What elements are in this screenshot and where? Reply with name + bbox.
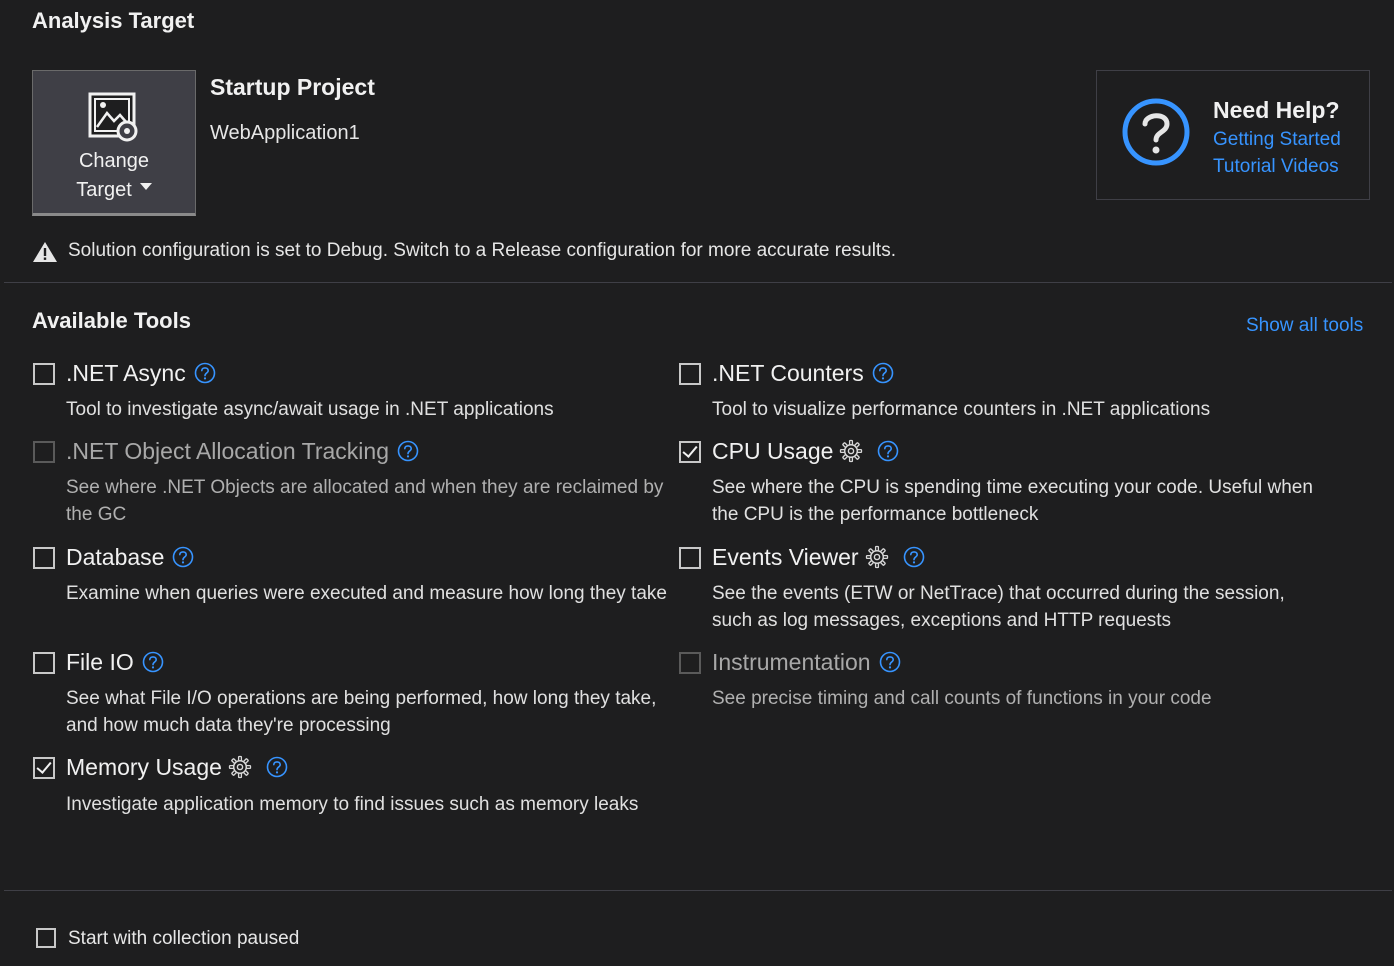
tool-description: See where .NET Objects are allocated and…: [66, 477, 664, 525]
startup-project-heading: Startup Project: [210, 74, 375, 100]
help-question-icon[interactable]: [903, 546, 925, 568]
change-target-label-2: Target: [76, 179, 132, 201]
tool-title-row: .NET Counters: [712, 360, 894, 387]
divider: [4, 282, 1392, 283]
tool-checkbox-database[interactable]: [33, 547, 55, 569]
tool-description: Tool to visualize performance counters i…: [712, 399, 1211, 420]
tool-description: See what File I/O operations are being p…: [66, 688, 657, 736]
tool-name: Events Viewer: [712, 544, 859, 570]
tool-description: Tool to investigate async/await usage in…: [66, 399, 554, 420]
tool-title-row: File IO: [66, 649, 164, 676]
tool-name: .NET Object Allocation Tracking: [66, 438, 389, 464]
tool-name: File IO: [66, 649, 134, 675]
help-question-icon[interactable]: [142, 651, 164, 673]
change-target-button[interactable]: Change Target: [32, 70, 196, 216]
tool-description: Examine when queries were executed and m…: [66, 583, 667, 604]
tool-checkbox-cpu-usage[interactable]: [679, 441, 701, 463]
change-target-label-1: Change: [78, 150, 150, 172]
need-help-title: Need Help?: [1213, 97, 1340, 123]
need-help-panel: Need Help? Getting Started Tutorial Vide…: [1096, 70, 1370, 200]
tool-name: Database: [66, 544, 165, 570]
settings-gear-icon[interactable]: [865, 545, 889, 569]
tool-checkbox-net-counters[interactable]: [679, 363, 701, 385]
tool-description: See the events (ETW or NetTrace) that oc…: [712, 583, 1285, 631]
tutorial-videos-link[interactable]: Tutorial Videos: [1213, 156, 1339, 178]
tool-title-row: CPU Usage: [712, 438, 899, 465]
getting-started-link[interactable]: Getting Started: [1213, 129, 1341, 151]
tool-title-row: Instrumentation: [712, 649, 901, 676]
settings-gear-icon[interactable]: [228, 755, 252, 779]
tool-title-row: .NET Object Allocation Tracking: [66, 438, 419, 465]
help-question-icon[interactable]: [397, 440, 419, 462]
analysis-target-title: Analysis Target: [32, 8, 195, 33]
tool-checkbox-file-io[interactable]: [33, 652, 55, 674]
help-question-icon[interactable]: [879, 651, 901, 673]
tool-name: Instrumentation: [712, 649, 871, 675]
chevron-down-icon: [139, 183, 152, 191]
help-question-icon: [1122, 98, 1190, 166]
start-paused-label: Start with collection paused: [68, 928, 300, 949]
tool-name: .NET Counters: [712, 360, 864, 386]
divider: [4, 890, 1392, 891]
help-question-icon[interactable]: [194, 362, 216, 384]
tool-description: See where the CPU is spending time execu…: [712, 477, 1313, 525]
help-question-icon[interactable]: [872, 362, 894, 384]
change-target-icon: [88, 92, 138, 142]
tool-name: CPU Usage: [712, 438, 834, 464]
tool-description: See precise timing and call counts of fu…: [712, 688, 1212, 709]
tool-checkbox-memory-usage[interactable]: [33, 757, 55, 779]
help-question-icon[interactable]: [877, 440, 899, 462]
help-question-icon[interactable]: [172, 546, 194, 568]
start-paused-checkbox[interactable]: [36, 928, 56, 948]
warning-icon: [33, 242, 57, 262]
debug-config-warning: Solution configuration is set to Debug. …: [68, 240, 896, 261]
tool-name: .NET Async: [66, 360, 186, 386]
tool-name: Memory Usage: [66, 754, 222, 780]
tool-checkbox-net-object-allocation-tracking[interactable]: [33, 441, 55, 463]
startup-project-name: WebApplication1: [210, 122, 360, 144]
settings-gear-icon[interactable]: [839, 439, 863, 463]
tool-checkbox-events-viewer[interactable]: [679, 547, 701, 569]
tool-title-row: Events Viewer: [712, 544, 925, 571]
available-tools-title: Available Tools: [32, 308, 191, 333]
tool-title-row: Database: [66, 544, 194, 571]
show-all-tools-link[interactable]: Show all tools: [1246, 315, 1363, 337]
tool-checkbox-instrumentation[interactable]: [679, 652, 701, 674]
tool-title-row: Memory Usage: [66, 754, 288, 781]
tool-title-row: .NET Async: [66, 360, 216, 387]
tool-description: Investigate application memory to find i…: [66, 794, 639, 815]
help-question-icon[interactable]: [266, 756, 288, 778]
tool-checkbox-net-async[interactable]: [33, 363, 55, 385]
